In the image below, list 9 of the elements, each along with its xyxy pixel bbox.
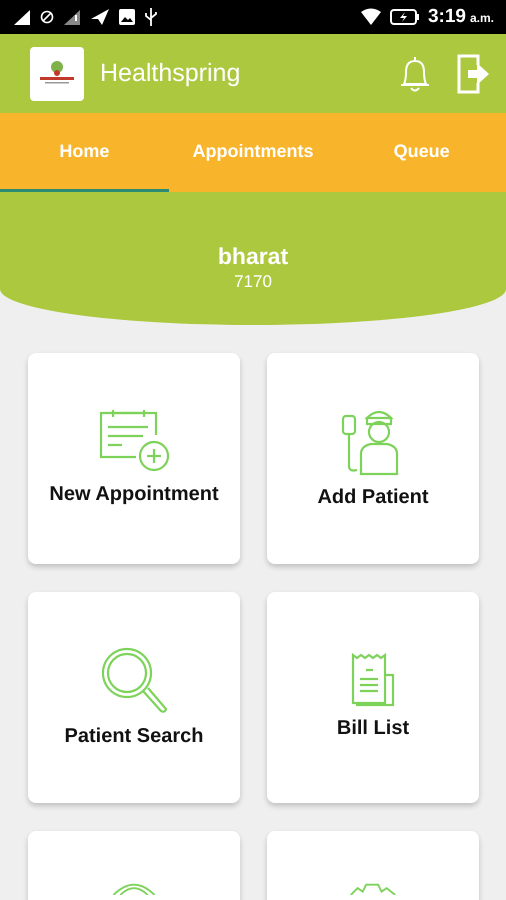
menu-tile[interactable]: New Appointment — [28, 353, 240, 564]
clock-time: 3:19 — [428, 4, 466, 29]
user-id: 7170 — [234, 271, 272, 294]
menu-tile[interactable]: Add Patient — [267, 353, 479, 564]
clock-period: a.m. — [470, 10, 494, 27]
app-title: Healthspring — [100, 58, 240, 89]
user-name: bharat — [218, 244, 288, 270]
menu-tile[interactable]: Patient Search — [28, 592, 240, 803]
menu-tile[interactable]: Bill List — [267, 592, 479, 803]
